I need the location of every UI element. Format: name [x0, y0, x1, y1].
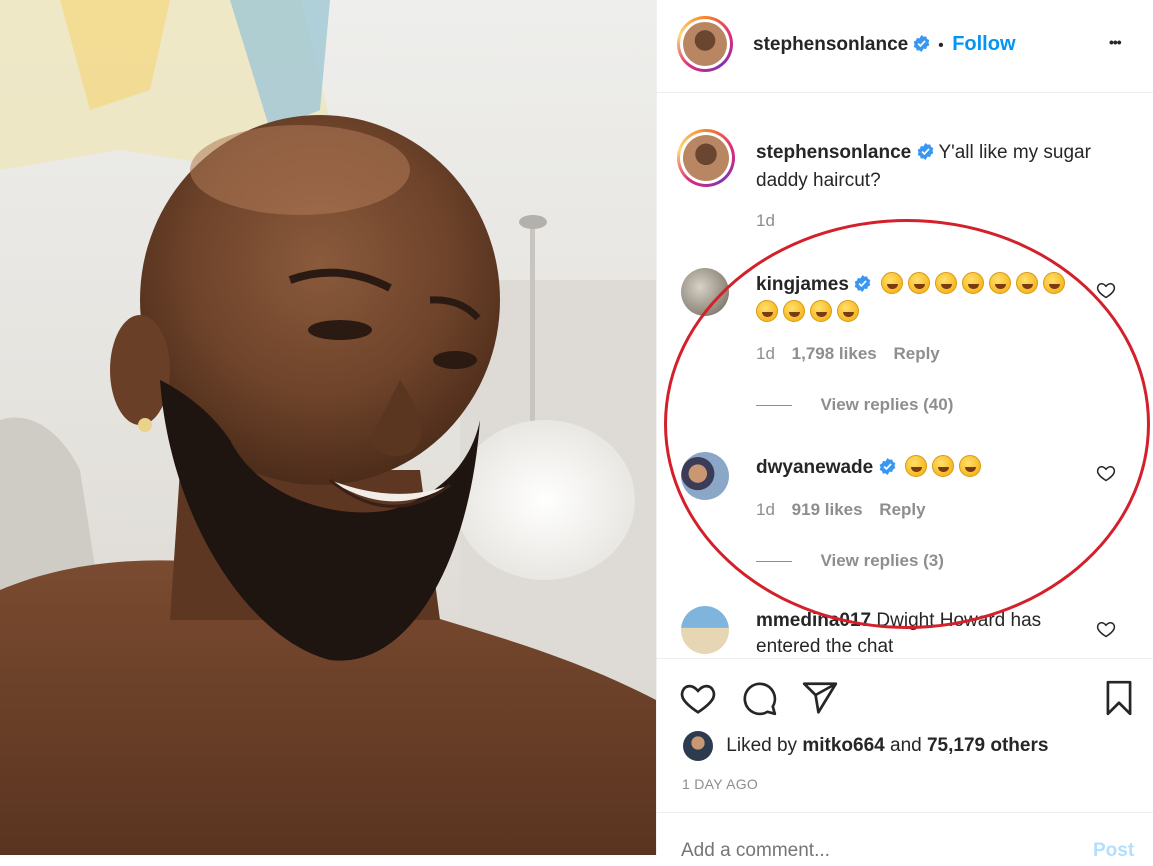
comments-divider — [657, 658, 1153, 659]
caption-avatar[interactable] — [677, 129, 735, 187]
view-replies-label: View replies (3) — [820, 551, 944, 570]
comment-avatar[interactable] — [681, 606, 729, 654]
laughing-emoji-icon — [961, 272, 984, 294]
view-replies-button[interactable]: View replies (3) — [756, 551, 944, 571]
header-separator: • — [938, 37, 944, 54]
view-replies-button[interactable]: View replies (40) — [756, 395, 953, 415]
liked-by-row: Liked by mitko664 and 75,179 others — [683, 731, 1048, 761]
comment-reply-button[interactable]: Reply — [893, 344, 939, 363]
laughing-emoji-icon — [837, 300, 859, 322]
save-bookmark-icon[interactable] — [1100, 679, 1138, 717]
comment-age: 1d — [756, 344, 775, 363]
add-comment-input[interactable] — [681, 836, 1061, 866]
laughing-emoji-icon — [958, 455, 981, 477]
caption-age: 1d — [756, 211, 775, 230]
verified-badge-icon — [917, 143, 933, 160]
comment-box-divider — [657, 812, 1153, 813]
laughing-emoji-icon — [783, 300, 805, 322]
comment-age: 1d — [756, 500, 775, 519]
laughing-emoji-icon — [904, 455, 927, 477]
verified-badge-icon — [879, 458, 895, 475]
liked-by-prefix: Liked by — [726, 735, 798, 757]
laughing-emoji-icon — [934, 272, 957, 294]
more-options-button[interactable]: ••• — [1109, 34, 1122, 50]
liked-by-user[interactable]: mitko664 — [802, 735, 884, 756]
post-photo[interactable] — [0, 0, 656, 855]
laughing-emoji-icon — [1015, 272, 1038, 294]
comment-like-count[interactable]: 1,798 likes — [792, 344, 877, 363]
comment-reply-button[interactable]: Reply — [879, 500, 925, 519]
post-comment-button[interactable]: Post — [1093, 840, 1134, 862]
verified-badge-icon — [854, 275, 871, 292]
comment-like-count[interactable]: 919 likes — [792, 500, 863, 519]
liker-avatar[interactable] — [683, 731, 713, 761]
liked-by-joiner: and — [890, 735, 922, 757]
post-header: stephensonlance • Follow ••• — [657, 0, 1153, 92]
author-username[interactable]: stephensonlance — [753, 34, 908, 55]
post-timestamp[interactable]: 1 DAY AGO — [682, 776, 758, 792]
comment-emojis — [904, 455, 986, 478]
comment-username[interactable]: mmedina017 — [756, 610, 871, 631]
liked-by-count[interactable]: 75,179 others — [927, 735, 1048, 756]
like-comment-heart-icon[interactable] — [1096, 619, 1116, 639]
share-paper-plane-icon[interactable] — [801, 679, 839, 717]
laughing-emoji-icon — [756, 300, 778, 322]
follow-button[interactable]: Follow — [952, 33, 1015, 55]
post-photo-illustration — [0, 0, 656, 855]
laughing-emoji-icon — [810, 300, 832, 322]
comment-username[interactable]: dwyanewade — [756, 457, 873, 478]
replies-line — [756, 561, 792, 563]
comment-username[interactable]: kingjames — [756, 274, 849, 295]
post-side-panel: stephensonlance • Follow ••• stephensonl… — [656, 0, 1153, 866]
like-heart-icon[interactable] — [679, 679, 717, 717]
laughing-emoji-icon — [988, 272, 1011, 294]
author-avatar[interactable] — [677, 16, 733, 72]
like-comment-heart-icon[interactable] — [1096, 463, 1116, 483]
comment-avatar[interactable] — [681, 268, 729, 316]
like-comment-heart-icon[interactable] — [1096, 280, 1116, 300]
comment-avatar[interactable] — [681, 452, 729, 500]
replies-line — [756, 405, 792, 407]
caption-username[interactable]: stephensonlance — [756, 142, 911, 163]
laughing-emoji-icon — [907, 272, 930, 294]
laughing-emoji-icon — [880, 272, 903, 294]
comment-bubble-icon[interactable] — [740, 679, 778, 717]
view-replies-label: View replies (40) — [820, 395, 954, 414]
comments-list: stephensonlance Y'all like my sugar dadd… — [657, 93, 1153, 658]
laughing-emoji-icon — [931, 455, 954, 477]
verified-badge-icon — [913, 35, 929, 52]
laughing-emoji-icon — [1042, 272, 1065, 294]
